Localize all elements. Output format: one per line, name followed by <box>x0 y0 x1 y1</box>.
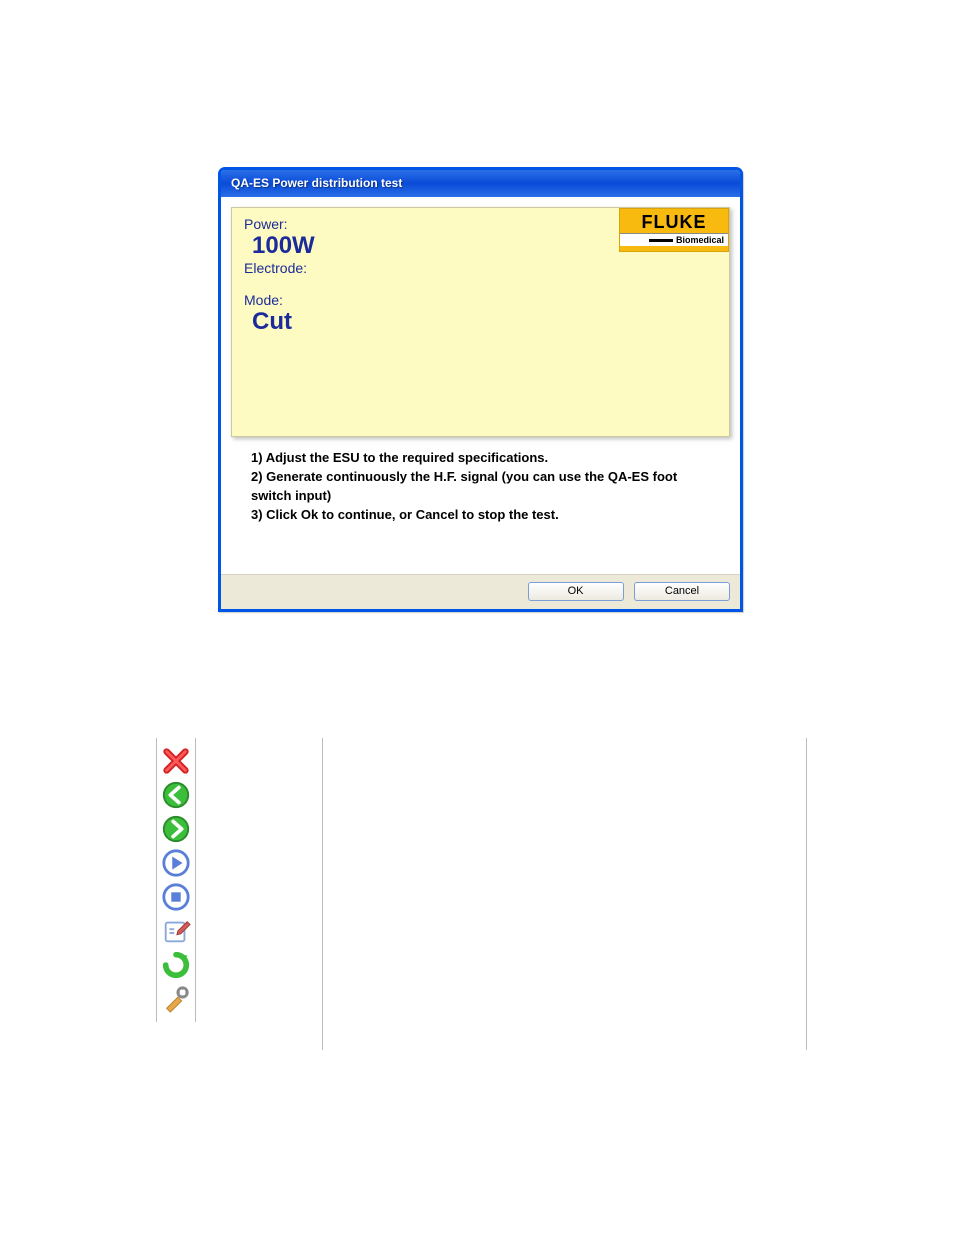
play-icon[interactable] <box>161 848 191 878</box>
logo-sub-text: Biomedical <box>620 233 728 246</box>
instruction-line: 2) Generate continuously the H.F. signal… <box>251 468 710 506</box>
instruction-line: 3) Click Ok to continue, or Cancel to st… <box>251 506 710 525</box>
settings-tool-icon[interactable] <box>161 984 191 1014</box>
ok-button[interactable]: OK <box>528 582 624 601</box>
cancel-button[interactable]: Cancel <box>634 582 730 601</box>
button-bar: OK Cancel <box>221 574 740 609</box>
info-panel: FLUKE Biomedical Power: 100W Electrode: … <box>231 207 730 437</box>
divider <box>322 738 323 1050</box>
stop-icon[interactable] <box>161 882 191 912</box>
back-icon[interactable] <box>161 780 191 810</box>
instructions-block: 1) Adjust the ESU to the required specif… <box>221 445 740 574</box>
fluke-logo: FLUKE Biomedical <box>619 208 729 252</box>
dialog-window: QA-ES Power distribution test FLUKE Biom… <box>218 167 743 612</box>
titlebar[interactable]: QA-ES Power distribution test <box>221 170 740 197</box>
electrode-label: Electrode: <box>244 260 717 276</box>
close-icon[interactable] <box>161 746 191 776</box>
vertical-toolbar <box>156 738 196 1022</box>
forward-icon[interactable] <box>161 814 191 844</box>
divider <box>806 738 807 1050</box>
logo-brand-text: FLUKE <box>620 209 728 233</box>
mode-value: Cut <box>252 308 717 336</box>
refresh-down-icon[interactable] <box>161 950 191 980</box>
instruction-line: 1) Adjust the ESU to the required specif… <box>251 449 710 468</box>
mode-label: Mode: <box>244 292 717 308</box>
edit-note-icon[interactable] <box>161 916 191 946</box>
